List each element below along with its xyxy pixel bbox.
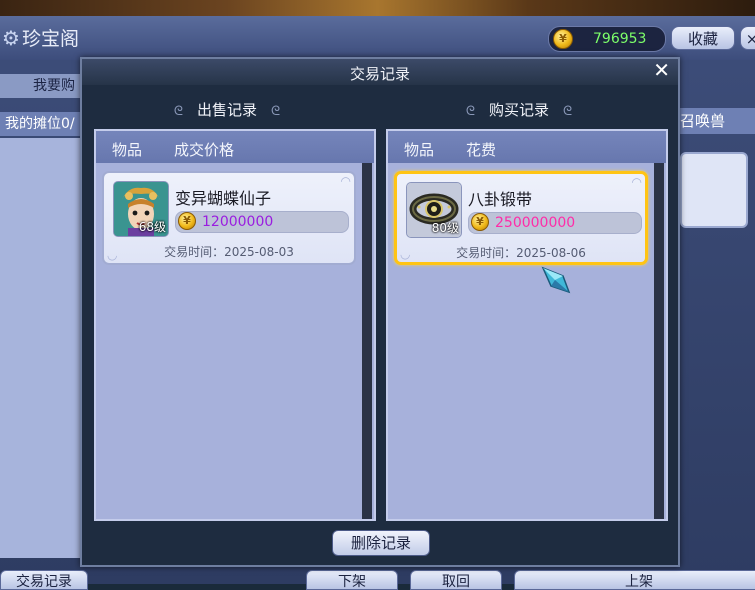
coin-balance: ¥ 796953 [548, 26, 666, 52]
gear-icon: ⚙ [2, 25, 20, 50]
corner-swirl-icon: ◠ [631, 175, 642, 189]
window-close-button[interactable]: × [740, 26, 755, 50]
item-name: 八卦锻带 [468, 190, 533, 209]
dialog-title: 交易记录 [349, 65, 410, 83]
swirl-icon: ᘓ [271, 104, 281, 119]
trade-time: 交易时间：2025-08-03 [164, 245, 294, 259]
swirl-icon: ᘓ [173, 104, 183, 119]
sold-price-value: 12000000 [202, 214, 274, 230]
bought-scrollbar[interactable] [654, 163, 664, 519]
delete-records-button[interactable]: 删除记录 [332, 530, 430, 556]
col-cost-header: 花费 [466, 141, 497, 159]
my-stall-label: 我的摊位0/ [0, 112, 90, 136]
window-title-text: 珍宝阁 [21, 28, 79, 50]
dialog-close-button[interactable]: ✕ [653, 59, 670, 81]
tab-summon[interactable]: 召唤兽 [678, 108, 755, 134]
price-bar: ¥ 12000000 [175, 211, 349, 233]
sold-scrollbar[interactable] [362, 163, 372, 519]
tab-buy[interactable]: 我要购 [0, 74, 90, 98]
swirl-icon: ᘓ [563, 104, 573, 119]
list-button[interactable]: 上架 [514, 570, 755, 590]
retrieve-button[interactable]: 取回 [410, 570, 502, 590]
favorite-button[interactable]: 收藏 [671, 26, 735, 50]
sold-list-header: 物品 成交价格 [96, 131, 374, 163]
bought-record-item[interactable]: ◠ ◡ 80级 八卦锻带 ¥ 250000000 交易时间：2025-08-06 [394, 171, 648, 265]
corner-swirl-icon: ◠ [340, 174, 351, 188]
bought-list-header: 物品 花费 [388, 131, 666, 163]
col-item-header: 物品 [112, 141, 143, 159]
window-title: ⚙ 珍宝阁 [2, 24, 79, 51]
delist-button[interactable]: 下架 [306, 570, 398, 590]
butterfly-fairy-icon: 68级 [113, 181, 169, 237]
col-price-header: 成交价格 [174, 141, 235, 159]
price-bar: ¥ 250000000 [468, 212, 642, 234]
col-item-header: 物品 [404, 141, 435, 159]
left-list-area [0, 138, 82, 558]
coin-balance-value: 796953 [593, 31, 647, 47]
belt-icon: 80级 [406, 182, 462, 238]
sold-record-item[interactable]: ◠ ◡ 68级 变异蝴蝶仙子 ¥ 12000000 交易时间：2025-08-0… [102, 171, 356, 265]
item-level: 68级 [138, 220, 166, 234]
trade-record-button[interactable]: 交易记录 [0, 570, 88, 590]
coin-icon: ¥ [471, 213, 489, 231]
swirl-icon: ᘓ [465, 104, 475, 119]
bought-title-text: 购买记录 [488, 101, 549, 119]
trade-record-dialog: 交易记录 ✕ ᘓ 出售记录 ᘓ ᘓ 购买记录 ᘓ 物品 成交价格 ◠ ◡ 68级… [80, 57, 680, 567]
cursor-gem-icon [541, 266, 571, 294]
bought-section-title: ᘓ 购买记录 ᘓ [444, 99, 594, 119]
item-name: 变异蝴蝶仙子 [175, 189, 272, 208]
sold-title-text: 出售记录 [196, 101, 257, 119]
sold-records-list: 物品 成交价格 ◠ ◡ 68级 变异蝴蝶仙子 ¥ 12000000 交易时间：2… [94, 129, 376, 521]
trade-time: 交易时间：2025-08-06 [456, 246, 586, 260]
sold-section-title: ᘓ 出售记录 ᘓ [152, 99, 302, 119]
coin-icon: ¥ [553, 29, 573, 49]
coin-icon: ¥ [178, 212, 196, 230]
dialog-header: 交易记录 ✕ [82, 59, 678, 85]
right-item-card[interactable] [680, 152, 748, 228]
buy-price-value: 250000000 [495, 215, 576, 231]
bought-records-list: 物品 花费 ◠ ◡ 80级 八卦锻带 ¥ 250000000 交易时间：2025… [386, 129, 668, 521]
item-level: 80级 [431, 221, 459, 235]
